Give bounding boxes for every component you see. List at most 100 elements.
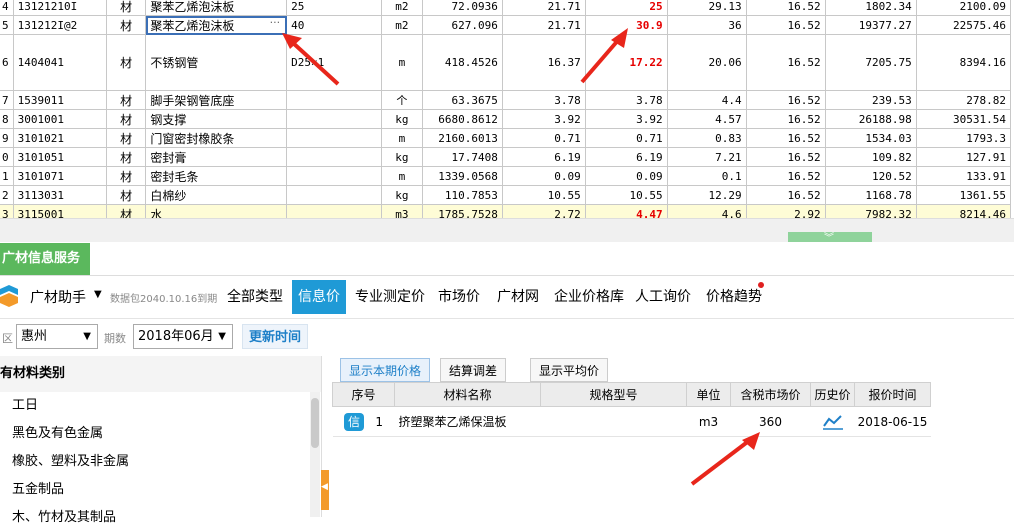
cell-a2[interactable]: 278.82 (915, 90, 1012, 110)
cell-seq[interactable]: 0 (0, 147, 14, 167)
cell-p4[interactable]: 16.52 (745, 166, 826, 186)
scroll-thumb[interactable] (311, 398, 319, 448)
cell-a2[interactable]: 8394.16 (915, 34, 1012, 91)
cell-unit[interactable]: m2 (380, 15, 424, 35)
cell-unit[interactable]: m2 (380, 0, 424, 16)
cell-qty[interactable]: 1785.7528 (422, 204, 503, 218)
table-row[interactable]: 4 13121210I 材聚苯乙烯泡沫板 25 m2 72.0936 21.71 25 29.1… (0, 0, 1012, 16)
cell-a2[interactable]: 127.91 (915, 147, 1012, 167)
col-history[interactable]: 历史价 (810, 382, 855, 407)
cell-a1[interactable]: 7205.75 (824, 34, 917, 91)
table-row[interactable]: 5 131212I@2 材聚苯乙烯泡沫板 ··· 40 m2 627.096 21.71 30.… (0, 15, 1012, 35)
cell-p3[interactable]: 4.6 (666, 204, 747, 218)
tree-item-hardware[interactable]: 五金制品 (0, 476, 321, 504)
cell-type[interactable]: 材 (105, 34, 147, 91)
cell-p1[interactable]: 21.71 (501, 0, 586, 16)
cell-p2[interactable]: 25 (584, 0, 668, 16)
cell-qty[interactable]: 110.7853 (422, 185, 503, 205)
service-tab[interactable]: 广材信息服务 (0, 243, 90, 275)
cell-p1[interactable]: 0.09 (501, 166, 586, 186)
cell-spec[interactable] (286, 185, 382, 205)
cell-unit[interactable]: m (380, 34, 424, 91)
cell-a1[interactable]: 239.53 (824, 90, 917, 110)
cell-name[interactable]: 密封毛条 (145, 166, 288, 186)
cell-qty[interactable]: 6680.8612 (422, 109, 503, 129)
col-name[interactable]: 材料名称 (394, 382, 541, 407)
cell-qty[interactable]: 2160.6013 (422, 128, 503, 148)
cell-name[interactable]: 白棉纱 (145, 185, 288, 205)
cell-p1[interactable]: 6.19 (501, 147, 586, 167)
cell-a2[interactable]: 8214.46 (915, 204, 1012, 218)
cell-p3[interactable]: 12.29 (666, 185, 747, 205)
helper-menu[interactable]: 广材助手 (30, 287, 86, 307)
cell-name[interactable]: 聚苯乙烯泡沫板 (145, 0, 288, 16)
cell-code[interactable]: 13121210I (12, 0, 107, 16)
cell-qty[interactable]: 627.096 (422, 15, 503, 35)
tree-item-rubber-plastic[interactable]: 橡胶、塑料及非金属 (0, 448, 321, 476)
cell-code[interactable]: 3001001 (12, 109, 107, 129)
table-row[interactable]: 0 3101051 材密封膏 kg 17.7408 6.19 6.19 7.21 16.52 10… (0, 147, 1012, 167)
cell-seq[interactable]: 6 (0, 34, 14, 91)
cell-seq[interactable]: 4 (0, 0, 14, 16)
col-seq[interactable]: 序号 (332, 382, 395, 407)
cell-p1[interactable]: 3.92 (501, 109, 586, 129)
cell-p1[interactable]: 0.71 (501, 128, 586, 148)
table-row[interactable]: 1 3101071 材密封毛条 m 1339.0568 0.09 0.09 0.1 16.52 1… (0, 166, 1012, 186)
cell-p4[interactable]: 16.52 (745, 128, 826, 148)
cell-p2[interactable]: 3.92 (584, 109, 668, 129)
cell-a2[interactable]: 30531.54 (915, 109, 1012, 129)
cell-spec[interactable]: 25 (286, 0, 382, 16)
cell-type[interactable]: 材 (105, 109, 147, 129)
cell-code[interactable]: 3115001 (12, 204, 107, 218)
tree-item-labor[interactable]: 工日 (0, 392, 321, 420)
cell-type[interactable]: 材 (105, 185, 147, 205)
cell-qty[interactable]: 418.4526 (422, 34, 503, 91)
cell-type[interactable]: 材 (105, 147, 147, 167)
history-chart-button[interactable] (810, 406, 855, 437)
cell-p4[interactable]: 16.52 (745, 185, 826, 205)
table-row[interactable]: 6 1404041 材不锈钢管 D25×1 m 418.4526 16.37 17.22 20.… (0, 34, 1012, 91)
cell-name[interactable]: 门窗密封橡胶条 (145, 128, 288, 148)
cell-a1[interactable]: 1168.78 (824, 185, 917, 205)
cell-spec[interactable] (286, 128, 382, 148)
cell-p2[interactable]: 0.71 (584, 128, 668, 148)
cell-p3[interactable]: 0.1 (666, 166, 747, 186)
cell-a1[interactable]: 1802.34 (824, 0, 917, 16)
cell-p1[interactable]: 3.78 (501, 90, 586, 110)
caret-down-icon[interactable]: ▼ (94, 289, 102, 300)
cell-type[interactable]: 材 (105, 90, 147, 110)
refresh-time-button[interactable]: 更新时间 (242, 324, 309, 349)
trend-chart-icon[interactable] (822, 414, 844, 430)
cell-qty[interactable]: 63.3675 (422, 90, 503, 110)
cell-p2[interactable]: 0.09 (584, 166, 668, 186)
tab-average-price[interactable]: 显示平均价 (530, 358, 609, 382)
cell-p3[interactable]: 20.06 (666, 34, 747, 91)
cell-qty[interactable]: 1339.0568 (422, 166, 503, 186)
cell-unit[interactable]: 个 (380, 90, 424, 110)
cell-seq[interactable]: 5 (0, 15, 14, 35)
cell-p4[interactable]: 16.52 (745, 15, 826, 35)
table-row[interactable]: 3 3115001 材水 m3 1785.7528 2.72 4.47 4.6 2.92 7982… (0, 204, 1012, 218)
cell-seq[interactable]: 8 (0, 109, 14, 129)
cell-type[interactable]: 材 (105, 166, 147, 186)
tab-price-trend[interactable]: 价格趋势 (705, 280, 763, 314)
cell-a2[interactable]: 2100.09 (915, 0, 1012, 16)
cell-unit[interactable]: kg (380, 109, 424, 129)
cell-unit[interactable]: m3 (380, 204, 424, 218)
cell-p3[interactable]: 36 (666, 15, 747, 35)
cell-spec[interactable] (286, 166, 382, 186)
cell-code[interactable]: 3101021 (12, 128, 107, 148)
tab-enterprise-price[interactable]: 企业价格库 (553, 280, 625, 314)
cell-unit[interactable]: m (380, 166, 424, 186)
cell-seq[interactable]: 7 (0, 90, 14, 110)
cell-p1[interactable]: 2.72 (501, 204, 586, 218)
table-row[interactable]: 8 3001001 材钢支撑 kg 6680.8612 3.92 3.92 4.57 16.52… (0, 109, 1012, 129)
cell-p3[interactable]: 7.21 (666, 147, 747, 167)
cell-code[interactable]: 1404041 (12, 34, 107, 91)
cell-p1[interactable]: 10.55 (501, 185, 586, 205)
cell-p4[interactable]: 16.52 (745, 90, 826, 110)
cell-a1[interactable]: 1534.03 (824, 128, 917, 148)
cell-p2[interactable]: 6.19 (584, 147, 668, 167)
table-row[interactable]: 9 3101021 材门窗密封橡胶条 m 2160.6013 0.71 0.71 0.83 16… (0, 128, 1012, 148)
cell-a2[interactable]: 1793.3 (915, 128, 1012, 148)
